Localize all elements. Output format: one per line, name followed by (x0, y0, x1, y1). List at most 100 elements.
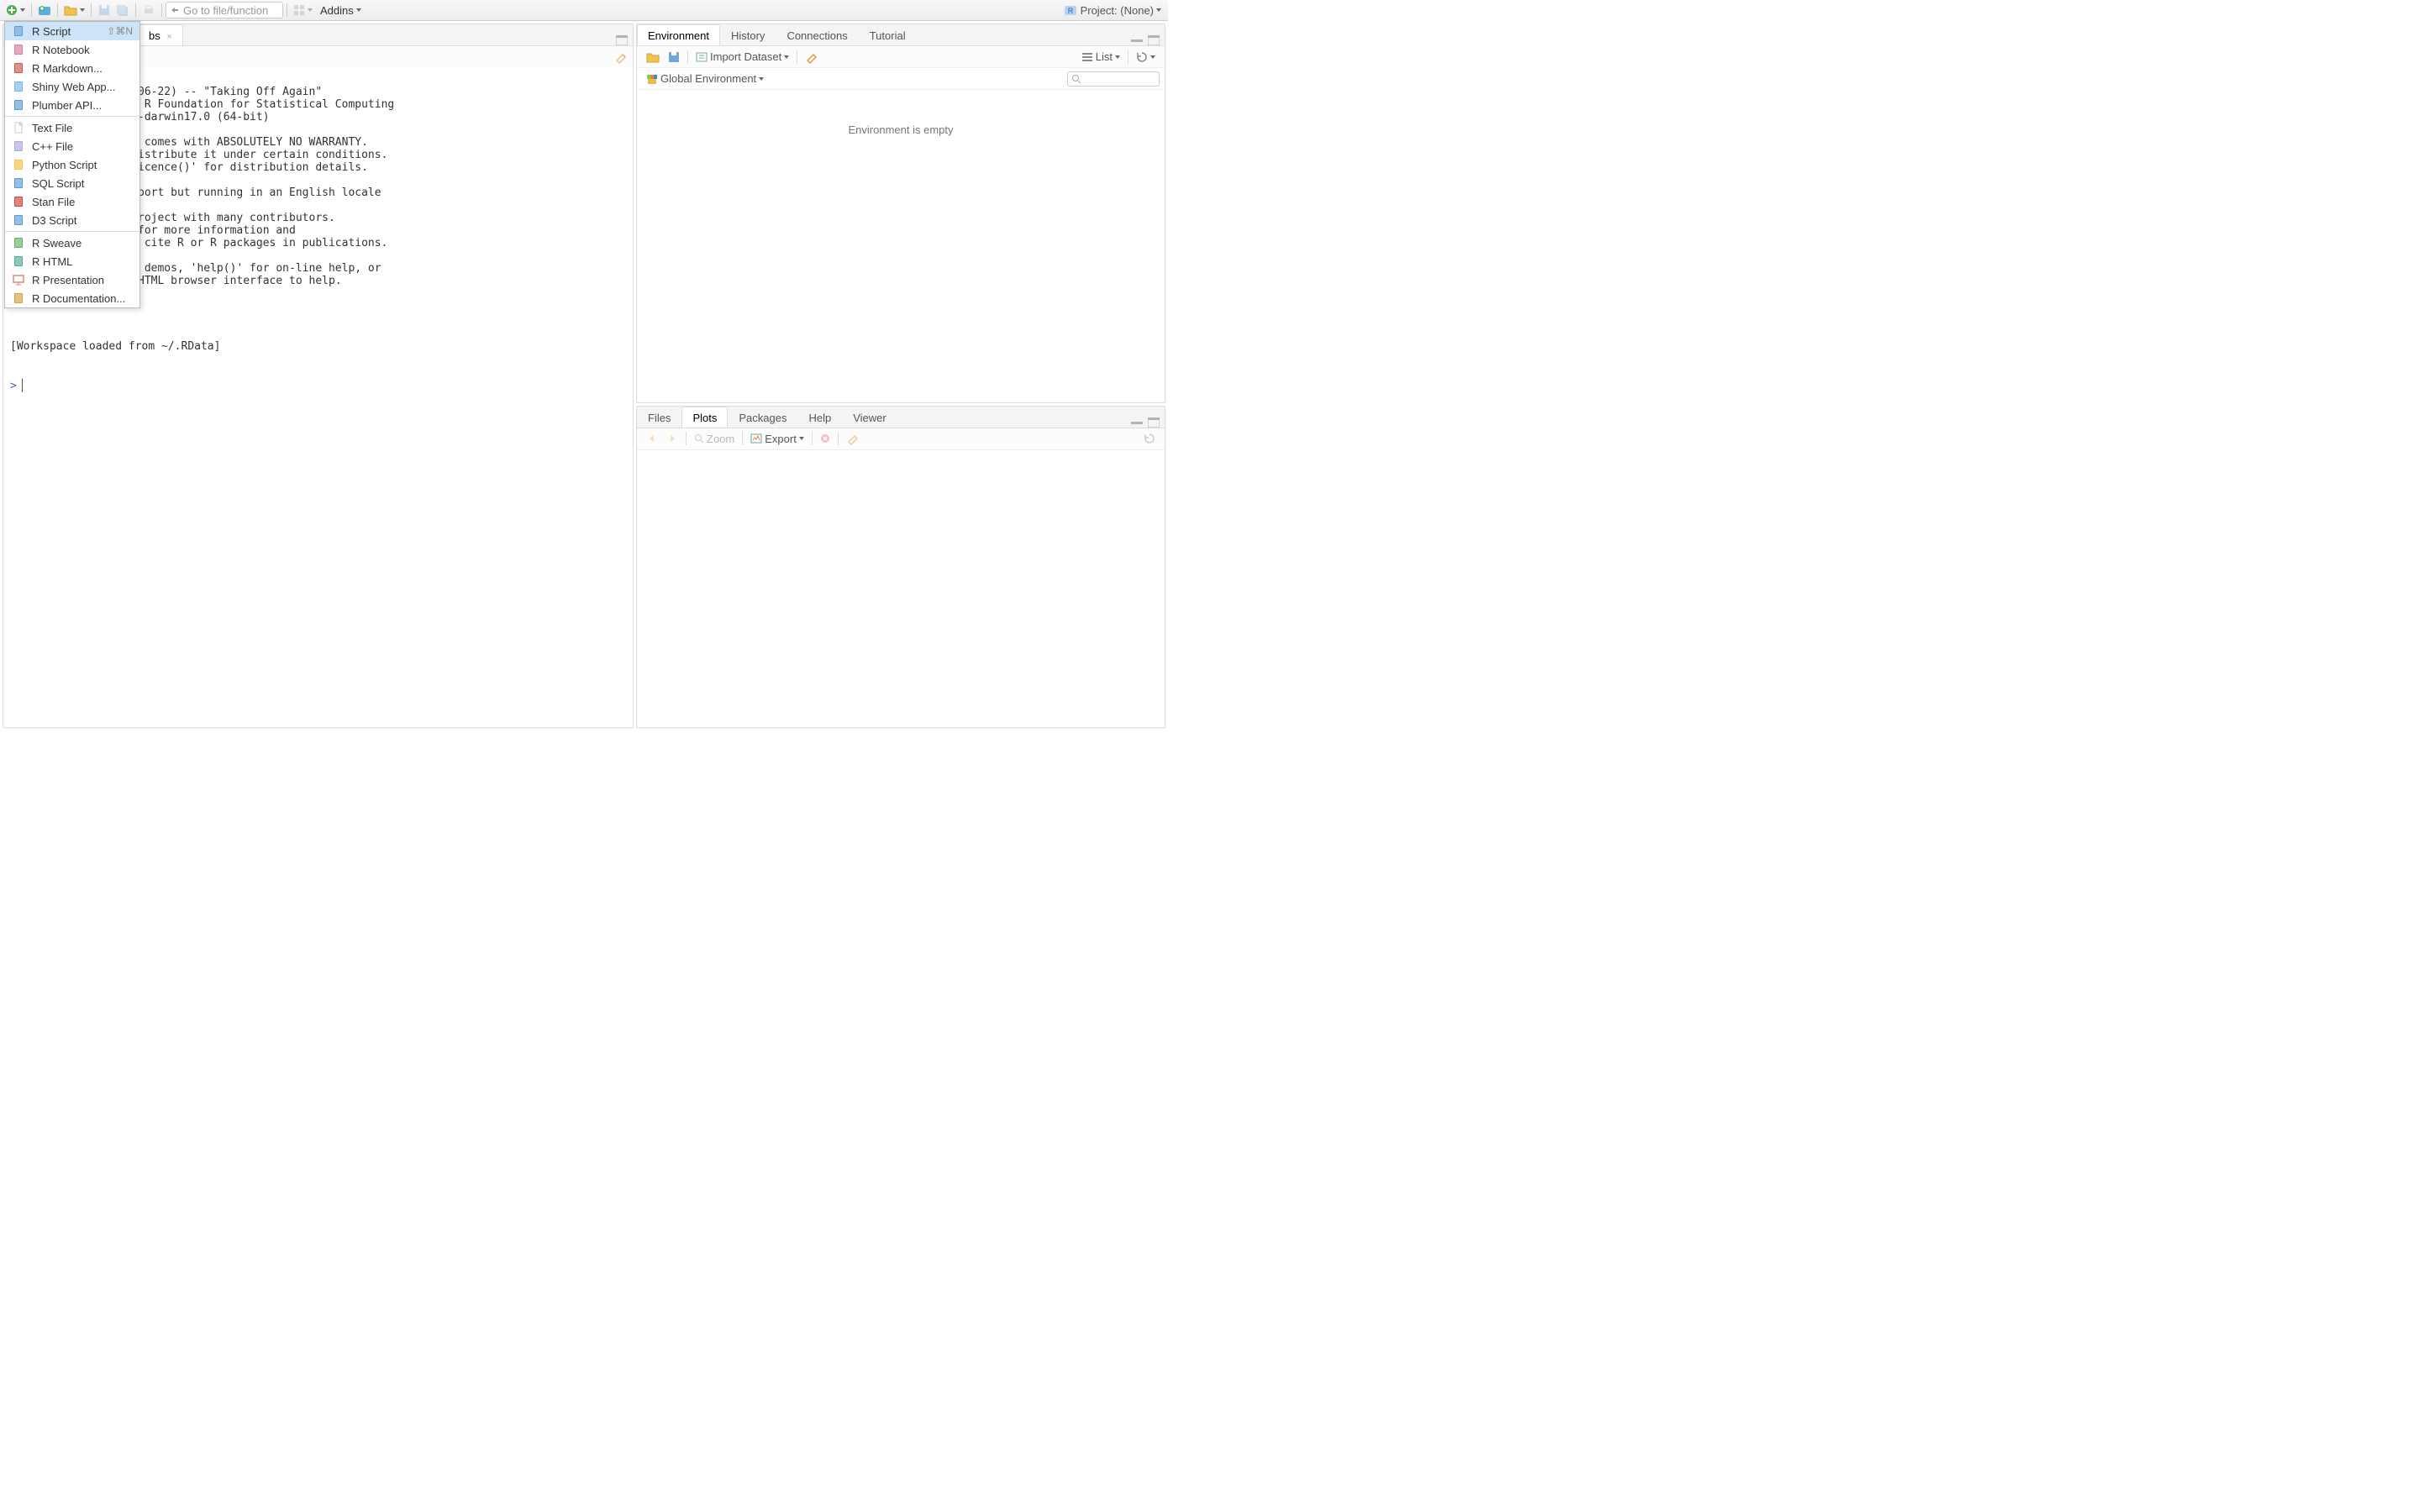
menu-item-sweave[interactable]: R Sweave (5, 234, 139, 252)
plots-pane: FilesPlotsPackagesHelpViewer Zoom (636, 406, 1165, 728)
menu-item-label: Stan File (32, 196, 133, 208)
tab-jobs[interactable]: bs × (138, 24, 183, 45)
plots-toolbar: Zoom Export (637, 428, 1165, 450)
sql-icon (12, 176, 25, 190)
console-prompt: > (10, 380, 17, 392)
chevron-down-icon (1156, 8, 1161, 12)
tab-tutorial[interactable]: Tutorial (859, 24, 917, 45)
environment-scope-row: Global Environment (637, 68, 1165, 90)
menu-item-presentation[interactable]: R Presentation (5, 270, 139, 289)
maximize-icon[interactable] (1148, 417, 1160, 428)
main-toolbar: Go to file/function Addins R Project: (N… (0, 0, 1168, 21)
export-button[interactable]: Export (746, 430, 808, 447)
open-file-button[interactable] (62, 2, 87, 18)
menu-item-plumber[interactable]: Plumber API... (5, 96, 139, 114)
environment-tabs: EnvironmentHistoryConnectionsTutorial (637, 24, 1165, 46)
tab-files[interactable]: Files (637, 407, 681, 428)
save-workspace-button[interactable] (664, 49, 684, 66)
menu-item-cpp[interactable]: C++ File (5, 137, 139, 155)
goto-file-function-input[interactable]: Go to file/function (166, 2, 283, 18)
menu-item-text-file[interactable]: Text File (5, 118, 139, 137)
remove-plot-button[interactable] (816, 430, 834, 447)
list-grid-toggle[interactable]: List (1077, 49, 1124, 66)
minimize-icon[interactable] (1131, 35, 1143, 45)
sweave-icon (12, 236, 25, 249)
maximize-icon[interactable] (1148, 35, 1160, 45)
new-file-menu: R Script⇧⌘N R Notebook R Markdown... Shiny … (4, 21, 140, 308)
menu-item-r-markdown[interactable]: R Markdown... (5, 59, 139, 77)
tab-help[interactable]: Help (797, 407, 842, 428)
tab-history[interactable]: History (720, 24, 776, 45)
plumber-icon (12, 98, 25, 112)
menu-item-label: Text File (32, 122, 133, 134)
save-button[interactable] (96, 2, 113, 18)
chevron-down-icon (1150, 55, 1155, 59)
menu-item-label: R Notebook (32, 44, 133, 56)
menu-item-label: R Documentation... (32, 292, 133, 305)
goto-placeholder: Go to file/function (183, 4, 268, 17)
menu-item-label: D3 Script (32, 214, 133, 227)
close-icon[interactable]: × (166, 32, 171, 42)
maximize-icon[interactable] (616, 35, 628, 45)
chevron-down-icon (356, 8, 361, 12)
tab-environment[interactable]: Environment (637, 24, 720, 45)
clear-plots-button[interactable] (842, 430, 864, 447)
plot-prev-button[interactable] (642, 430, 662, 447)
import-dataset-button[interactable]: Import Dataset (692, 49, 793, 66)
clear-console-icon[interactable] (614, 50, 628, 64)
minimize-icon[interactable] (1131, 417, 1143, 428)
menu-item-label: R Presentation (32, 274, 133, 286)
menu-item-d3[interactable]: D3 Script (5, 211, 139, 229)
svg-text:R: R (1067, 7, 1073, 15)
tab-plots[interactable]: Plots (681, 407, 728, 428)
addins-menu[interactable]: Addins (315, 4, 366, 17)
refresh-button[interactable] (1132, 49, 1160, 66)
menu-item-r-script[interactable]: R Script⇧⌘N (5, 22, 139, 40)
plot-area (637, 450, 1165, 727)
new-project-button[interactable] (36, 2, 53, 18)
project-selector[interactable]: R Project: (None) (1064, 4, 1165, 17)
grid-button[interactable] (292, 2, 314, 18)
chevron-down-icon (308, 8, 313, 12)
chevron-down-icon (20, 8, 25, 12)
menu-item-label: C++ File (32, 140, 133, 153)
menu-item-shiny[interactable]: Shiny Web App... (5, 77, 139, 96)
menu-item-python[interactable]: Python Script (5, 155, 139, 174)
presentation-icon (12, 273, 25, 286)
rdoc-icon (12, 291, 25, 305)
tab-packages[interactable]: Packages (728, 407, 797, 428)
global-environment-selector[interactable]: Global Environment (642, 71, 768, 87)
new-file-button[interactable] (4, 2, 27, 18)
menu-item-r-notebook[interactable]: R Notebook (5, 40, 139, 59)
print-button[interactable] (140, 2, 157, 18)
plots-tabs: FilesPlotsPackagesHelpViewer (637, 407, 1165, 428)
chevron-down-icon (759, 77, 764, 81)
menu-item-label: SQL Script (32, 177, 133, 190)
refresh-plots-button[interactable] (1139, 430, 1160, 447)
tab-viewer[interactable]: Viewer (842, 407, 897, 428)
menu-item-sql[interactable]: SQL Script (5, 174, 139, 192)
chevron-down-icon (80, 8, 85, 12)
menu-item-rdoc[interactable]: R Documentation... (5, 289, 139, 307)
save-all-button[interactable] (114, 2, 131, 18)
python-icon (12, 158, 25, 171)
load-workspace-button[interactable] (642, 49, 664, 66)
environment-empty-message: Environment is empty (637, 90, 1165, 136)
zoom-button[interactable]: Zoom (690, 430, 739, 447)
menu-item-label: R Script (32, 25, 107, 38)
clear-workspace-button[interactable] (801, 49, 823, 66)
menu-item-rhtml[interactable]: R HTML (5, 252, 139, 270)
menu-item-shortcut: ⇧⌘N (107, 25, 133, 37)
environment-search-input[interactable] (1067, 71, 1160, 87)
menu-item-stan[interactable]: Stan File (5, 192, 139, 211)
rhtml-icon (12, 255, 25, 268)
workspace-loaded-line: [Workspace loaded from ~/.RData] (10, 340, 220, 353)
tab-connections[interactable]: Connections (776, 24, 858, 45)
r-notebook-icon (12, 43, 25, 56)
environment-pane: EnvironmentHistoryConnectionsTutorial Im… (636, 24, 1165, 403)
menu-item-label: R HTML (32, 255, 133, 268)
menu-item-label: R Markdown... (32, 62, 133, 75)
menu-item-label: Python Script (32, 159, 133, 171)
plot-next-button[interactable] (662, 430, 682, 447)
text-cursor (22, 379, 23, 392)
